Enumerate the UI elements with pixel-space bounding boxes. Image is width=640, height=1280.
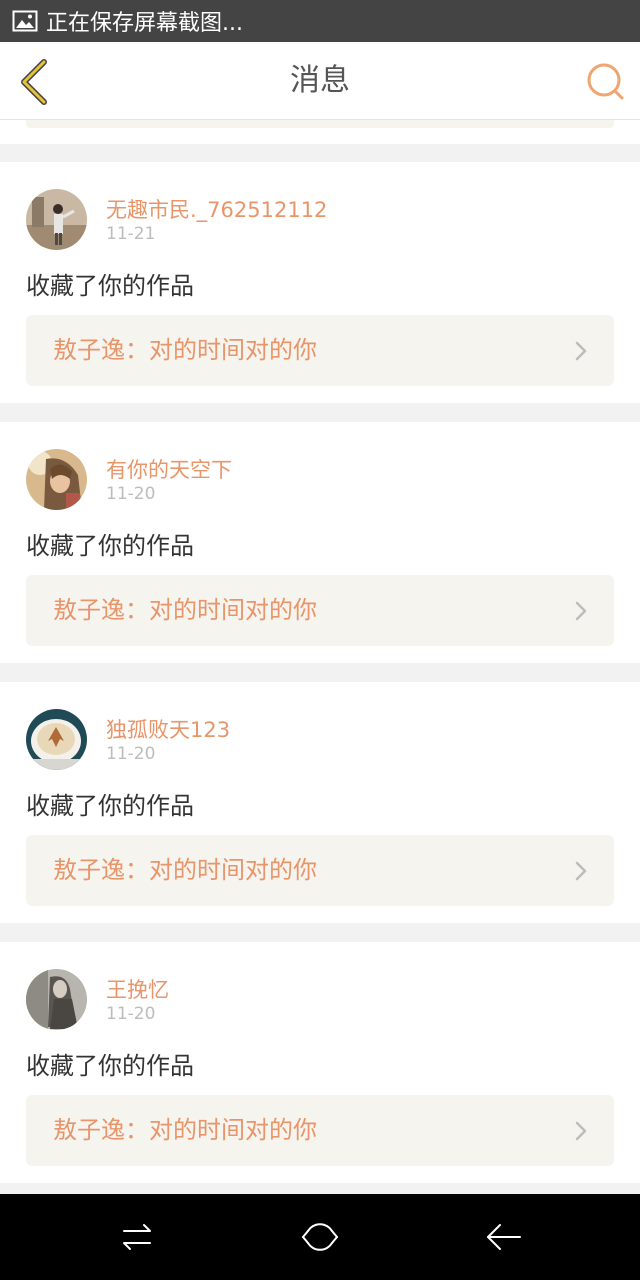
page-title: 消息: [290, 63, 350, 98]
switch-apps-icon[interactable]: [116, 1216, 158, 1258]
chevron-right-icon: [575, 601, 587, 621]
header: 消息: [0, 42, 640, 120]
avatar[interactable]: [26, 969, 87, 1030]
work-link[interactable]: 敖子逸：对的时间对的你: [26, 835, 614, 906]
username[interactable]: 王挽忆: [106, 974, 169, 1004]
system-nav-bar: [0, 1194, 640, 1280]
message-action: 收藏了你的作品: [26, 1052, 194, 1080]
message-card: 有你的天空下 11-20 收藏了你的作品 敖子逸：对的时间对的你: [0, 422, 640, 663]
previous-work-box: [26, 120, 614, 128]
search-icon[interactable]: [584, 60, 626, 102]
message-action: 收藏了你的作品: [26, 532, 194, 560]
message-card: 王挽忆 11-20 收藏了你的作品 敖子逸：对的时间对的你: [0, 942, 640, 1183]
avatar[interactable]: [26, 449, 87, 510]
work-link[interactable]: 敖子逸：对的时间对的你: [26, 575, 614, 646]
message-action: 收藏了你的作品: [26, 272, 194, 300]
message-date: 11-20: [106, 744, 156, 764]
work-link[interactable]: 敖子逸：对的时间对的你: [26, 315, 614, 386]
message-list: 无趣市民._762512112 11-21 收藏了你的作品 敖子逸：对的时间对的…: [0, 162, 640, 1202]
chevron-right-icon: [575, 1121, 587, 1141]
status-bar: 正在保存屏幕截图...: [0, 0, 640, 42]
message-action: 收藏了你的作品: [26, 792, 194, 820]
message-date: 11-21: [106, 224, 156, 244]
username[interactable]: 独孤败天123: [106, 714, 230, 744]
work-title: 敖子逸：对的时间对的你: [53, 1116, 317, 1144]
work-title: 敖子逸：对的时间对的你: [53, 336, 317, 364]
work-link[interactable]: 敖子逸：对的时间对的你: [26, 1095, 614, 1166]
message-card: 独孤败天123 11-20 收藏了你的作品 敖子逸：对的时间对的你: [0, 682, 640, 923]
message-date: 11-20: [106, 484, 156, 504]
back-arrow-icon[interactable]: [482, 1216, 524, 1258]
image-icon: [12, 10, 38, 32]
chevron-right-icon: [575, 341, 587, 361]
previous-message-card: [0, 120, 640, 144]
username[interactable]: 无趣市民._762512112: [106, 194, 327, 224]
avatar[interactable]: [26, 709, 87, 770]
work-title: 敖子逸：对的时间对的你: [53, 596, 317, 624]
chevron-right-icon: [575, 861, 587, 881]
message-card: 无趣市民._762512112 11-21 收藏了你的作品 敖子逸：对的时间对的…: [0, 162, 640, 403]
home-icon[interactable]: [299, 1216, 341, 1258]
work-title: 敖子逸：对的时间对的你: [53, 856, 317, 884]
avatar[interactable]: [26, 189, 87, 250]
status-text: 正在保存屏幕截图...: [46, 11, 243, 36]
username[interactable]: 有你的天空下: [106, 454, 232, 484]
message-date: 11-20: [106, 1004, 156, 1024]
